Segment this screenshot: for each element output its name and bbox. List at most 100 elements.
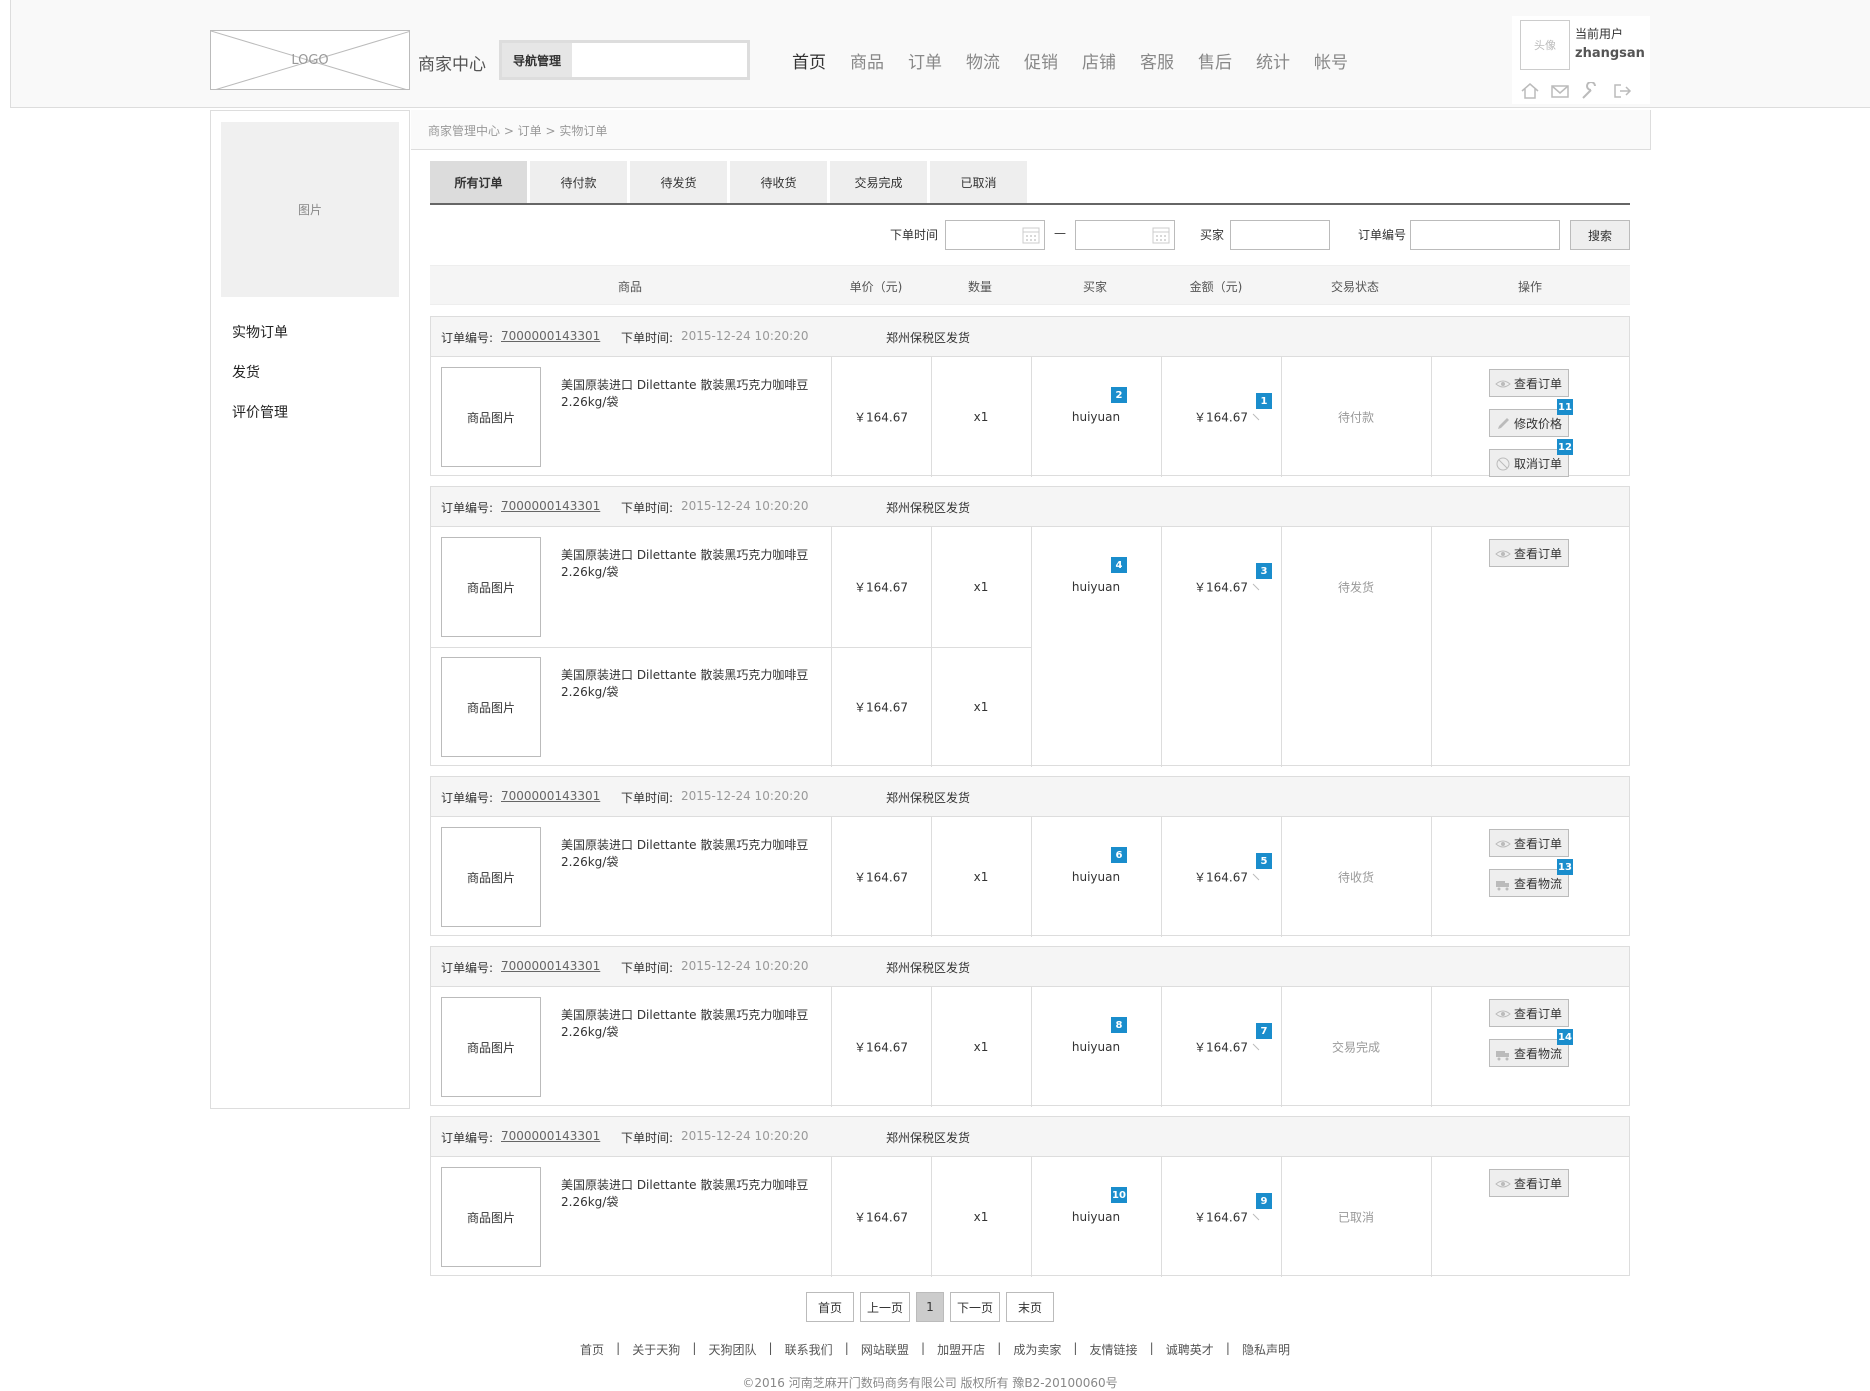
action-button[interactable]: 查看订单	[1489, 369, 1569, 397]
pager-first[interactable]: 首页	[806, 1292, 854, 1322]
calendar-icon[interactable]	[1152, 226, 1170, 244]
pager-last[interactable]: 末页	[1006, 1292, 1054, 1322]
action-label: 查看订单	[1513, 1006, 1562, 1021]
nav-item-service[interactable]: 客服	[1140, 48, 1174, 73]
footer-link-alliance[interactable]: 网站联盟	[861, 1341, 909, 1358]
annotation-badge: 7	[1256, 1023, 1272, 1039]
annotation-badge: 3	[1256, 563, 1272, 579]
breadcrumb[interactable]: 商家管理中心 > 订单 > 实物订单	[428, 122, 607, 139]
calendar-icon[interactable]	[1022, 226, 1040, 244]
footer-separator: |	[1149, 1341, 1154, 1355]
nav-item-orders[interactable]: 订单	[908, 48, 942, 73]
product-image[interactable]: 商品图片	[441, 537, 541, 637]
product-row: 商品图片 美国原装进口 Dilettante 散装黑巧克力咖啡豆 2.26kg/袋 ￥…	[431, 1157, 1629, 1277]
footer-link-seller[interactable]: 成为卖家	[1013, 1341, 1061, 1358]
nav-manage-label[interactable]: 导航管理	[502, 43, 572, 77]
action-label: 取消订单	[1513, 456, 1562, 471]
tab-completed[interactable]: 交易完成	[830, 161, 927, 203]
footer-separator: |	[1225, 1341, 1230, 1355]
footer-link-team[interactable]: 天狗团队	[708, 1341, 756, 1358]
order-no-link[interactable]: 7000000143301	[501, 959, 600, 973]
product-image[interactable]: 商品图片	[441, 827, 541, 927]
order-no-link[interactable]: 7000000143301	[501, 329, 600, 343]
pager-prev[interactable]: 上一页	[860, 1292, 910, 1322]
eye-icon	[1495, 550, 1511, 558]
order-no-label: 订单编号	[1358, 228, 1407, 242]
wrench-icon[interactable]	[1580, 82, 1600, 100]
annotation-badge: 8	[1111, 1017, 1127, 1033]
footer-separator: |	[920, 1341, 926, 1355]
order-tabs: 所有订单 待付款 待发货 待收货 交易完成 已取消	[430, 161, 1630, 205]
action-button[interactable]: 查看订单	[1489, 1169, 1569, 1197]
nav-manage-input[interactable]	[574, 45, 744, 75]
nav-item-account[interactable]: 帐号	[1314, 48, 1348, 73]
action-label: 查看物流	[1513, 1046, 1562, 1061]
tab-cancelled[interactable]: 已取消	[930, 161, 1027, 203]
tab-pending-receipt[interactable]: 待收货	[730, 161, 827, 203]
search-button[interactable]: 搜索	[1570, 220, 1630, 250]
action-button[interactable]: 查看订单	[1489, 539, 1569, 567]
product-name[interactable]: 美国原装进口 Dilettante 散装黑巧克力咖啡豆 2.26kg/袋	[561, 837, 821, 871]
start-date-input[interactable]	[945, 220, 1045, 250]
annotation-badge: 5	[1256, 853, 1272, 869]
end-date-input[interactable]	[1075, 220, 1175, 250]
order-header: 订单编号: 7000000143301 下单时间: 2015-12-24 10:20:…	[431, 317, 1629, 357]
col-goods: 商品	[617, 280, 643, 294]
sidebar-item-reviews[interactable]: 评价管理	[232, 402, 288, 422]
action-label: 查看订单	[1513, 376, 1562, 391]
order-no-link[interactable]: 7000000143301	[501, 499, 600, 513]
action-button[interactable]: 查看订单	[1489, 999, 1569, 1027]
product-image[interactable]: 商品图片	[441, 657, 541, 757]
sidebar-item-physical-orders[interactable]: 实物订单	[232, 322, 288, 342]
logo[interactable]: LOGO	[210, 30, 410, 90]
order-block: 订单编号: 7000000143301 下单时间: 2015-12-24 10:20:…	[430, 1116, 1630, 1277]
nav-item-goods[interactable]: 商品	[850, 48, 884, 73]
order-no-label: 订单编号:	[441, 1131, 494, 1145]
order-block: 订单编号: 7000000143301 下单时间: 2015-12-24 10:20:…	[430, 316, 1630, 477]
nav-item-home[interactable]: 首页	[792, 48, 826, 73]
product-name[interactable]: 美国原装进口 Dilettante 散装黑巧克力咖啡豆 2.26kg/袋	[561, 547, 821, 581]
tab-all-orders[interactable]: 所有订单	[430, 161, 527, 203]
order-no-label: 订单编号:	[441, 791, 494, 805]
product-image[interactable]: 商品图片	[441, 997, 541, 1097]
order-no-input[interactable]	[1410, 220, 1560, 250]
product-spec: 2.26kg/袋	[561, 855, 619, 869]
order-no-link[interactable]: 7000000143301	[501, 789, 600, 803]
footer-link-jobs[interactable]: 诚聘英才	[1166, 1341, 1214, 1358]
avatar[interactable]: 头像	[1520, 20, 1570, 70]
nav-item-aftersale[interactable]: 售后	[1198, 48, 1232, 73]
annotation-badge: 12	[1557, 439, 1573, 455]
annotation-badge: 11	[1557, 399, 1573, 415]
warehouse: 郑州保税区发货	[886, 791, 971, 805]
footer-link-join[interactable]: 加盟开店	[937, 1341, 985, 1358]
home-icon[interactable]	[1520, 82, 1540, 100]
tab-pending-payment[interactable]: 待付款	[530, 161, 627, 203]
footer-link-home[interactable]: 首页	[580, 1341, 604, 1358]
product-name[interactable]: 美国原装进口 Dilettante 散装黑巧克力咖啡豆 2.26kg/袋	[561, 667, 821, 701]
footer-link-about[interactable]: 关于天狗	[632, 1341, 680, 1358]
sidebar-item-ship[interactable]: 发货	[232, 362, 260, 382]
tab-pending-shipment[interactable]: 待发货	[630, 161, 727, 203]
nav-item-store[interactable]: 店铺	[1082, 48, 1116, 73]
product-image[interactable]: 商品图片	[441, 1167, 541, 1267]
cancel-icon	[1496, 457, 1510, 471]
nav-item-promotion[interactable]: 促销	[1024, 48, 1058, 73]
mail-icon[interactable]	[1550, 82, 1570, 100]
footer-link-friends[interactable]: 友情链接	[1090, 1341, 1138, 1358]
pager-next[interactable]: 下一页	[950, 1292, 1000, 1322]
product-name[interactable]: 美国原装进口 Dilettante 散装黑巧克力咖啡豆 2.26kg/袋	[561, 377, 821, 411]
product-name[interactable]: 美国原装进口 Dilettante 散装黑巧克力咖啡豆 2.26kg/袋	[561, 1177, 821, 1211]
footer-link-contact[interactable]: 联系我们	[785, 1341, 833, 1358]
product-image[interactable]: 商品图片	[441, 367, 541, 467]
buyer-input[interactable]	[1230, 220, 1330, 250]
eye-icon	[1495, 1010, 1511, 1018]
order-no-link[interactable]: 7000000143301	[501, 1129, 600, 1143]
product-name[interactable]: 美国原装进口 Dilettante 散装黑巧克力咖啡豆 2.26kg/袋	[561, 1007, 821, 1041]
order-amount: ￥164.67	[1194, 1040, 1248, 1055]
nav-item-stats[interactable]: 统计	[1256, 48, 1290, 73]
pager-page-1[interactable]: 1	[916, 1292, 944, 1322]
logout-icon[interactable]	[1612, 82, 1632, 100]
nav-item-logistics[interactable]: 物流	[966, 48, 1000, 73]
action-button[interactable]: 查看订单	[1489, 829, 1569, 857]
footer-link-privacy[interactable]: 隐私声明	[1242, 1341, 1290, 1358]
